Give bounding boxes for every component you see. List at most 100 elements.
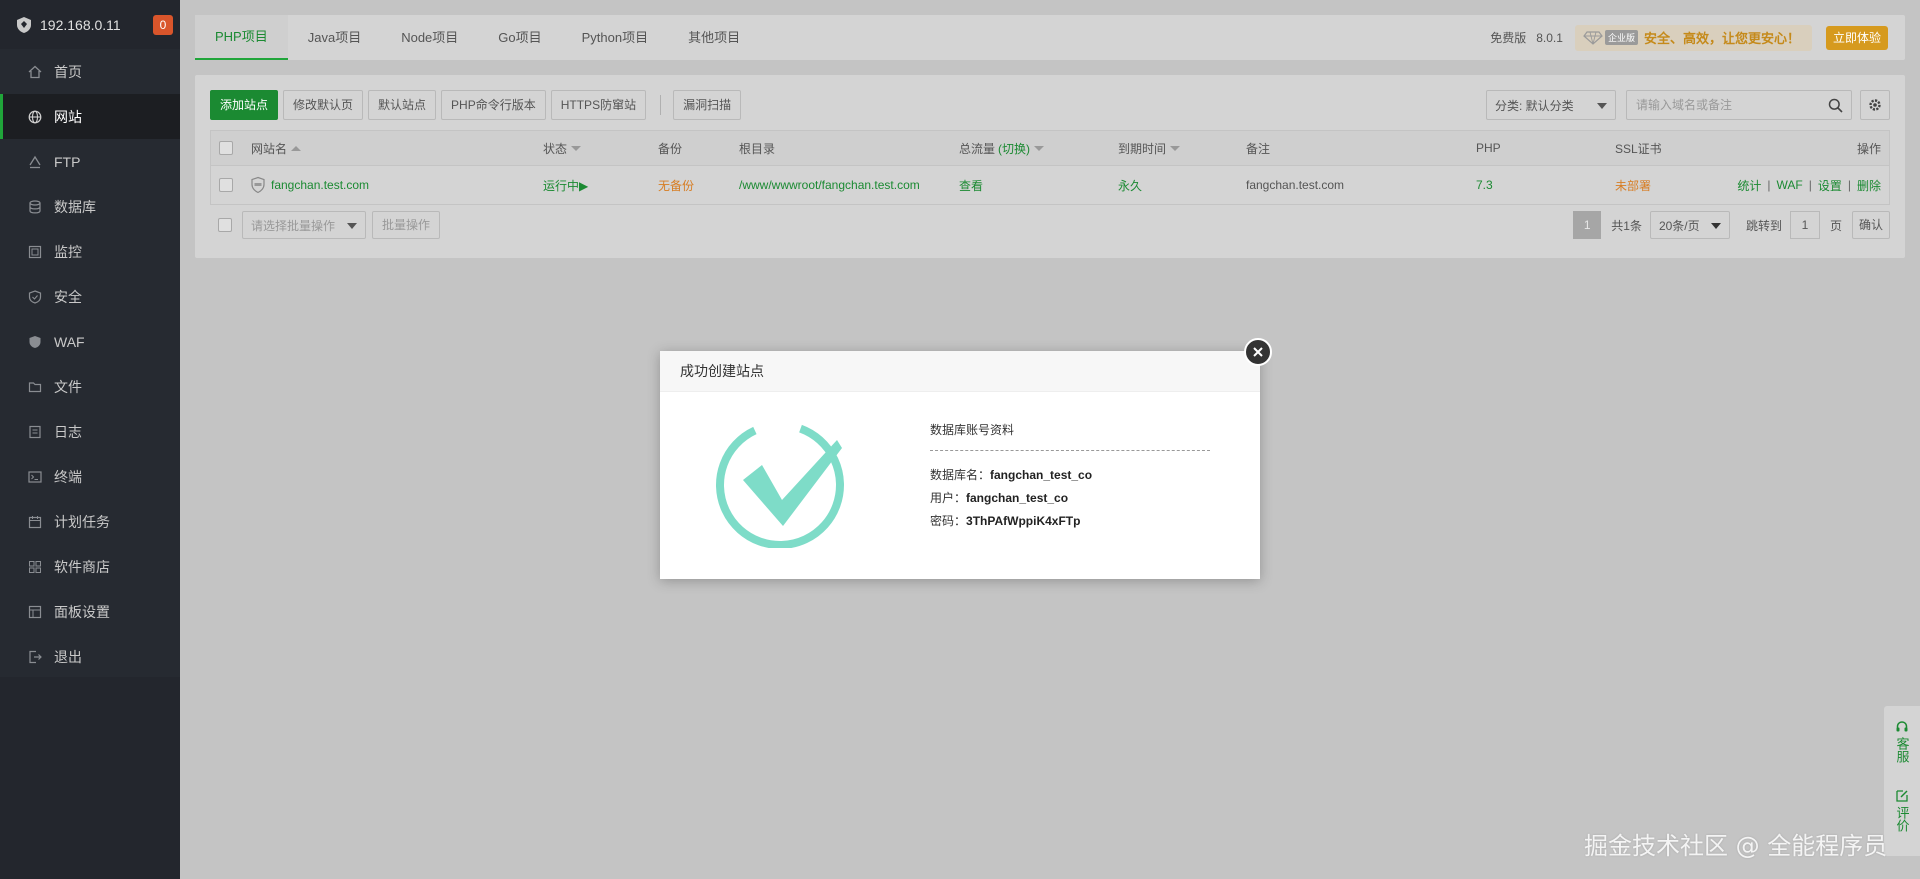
row-checkbox[interactable]	[219, 178, 233, 192]
db-name-row: 数据库名：fangchan_test_co	[930, 468, 1093, 482]
site-name-link[interactable]: fangchan.test.com	[271, 178, 369, 192]
table-settings-button[interactable]	[1860, 90, 1890, 120]
traffic-switch-link[interactable]: (切换)	[998, 140, 1030, 157]
site-remark[interactable]: fangchan.test.com	[1246, 166, 1344, 204]
customer-service-button[interactable]: 客服	[1884, 706, 1920, 763]
col-root: 根目录	[739, 141, 776, 156]
db-password-row: 密码：3ThPAfWppiK4xFTp	[930, 514, 1081, 528]
server-ip: 192.168.0.11	[40, 16, 121, 33]
site-search[interactable]	[1626, 90, 1852, 120]
page-size-select[interactable]: 20条/页	[1649, 211, 1730, 239]
https-anti-hijack-button[interactable]: HTTPS防窜站	[550, 90, 647, 120]
sidebar-header: 192.168.0.11 0	[0, 0, 180, 49]
sort-desc-icon	[571, 145, 582, 151]
sidebar-item-label: 终端	[54, 468, 82, 485]
sidebar-item-database[interactable]: 数据库	[0, 184, 180, 229]
promo-slogan: 安全、高效，让您更安心！	[1643, 31, 1800, 46]
delete-link[interactable]: 删除	[1857, 177, 1881, 194]
vuln-scan-button[interactable]: 漏洞扫描	[673, 90, 742, 120]
db-password-value: 3ThPAfWppiK4xFTp	[966, 514, 1081, 528]
col-status[interactable]: 状态	[543, 131, 582, 165]
calendar-icon	[27, 514, 42, 529]
batch-action-select[interactable]: 请选择批量操作	[242, 211, 366, 239]
page-number[interactable]: 1	[1573, 211, 1602, 239]
site-backup-link[interactable]: 无备份	[658, 166, 694, 204]
col-site-name[interactable]: 网站名	[251, 131, 302, 165]
chevron-down-icon	[347, 223, 357, 229]
site-status-toggle[interactable]: 运行中▶	[543, 166, 588, 204]
site-ssl-status[interactable]: 未部署	[1615, 166, 1651, 204]
sidebar-item-monitor[interactable]: 监控	[0, 229, 180, 274]
jump-confirm-button[interactable]: 确认	[1851, 211, 1890, 239]
jump-page-input[interactable]: 1	[1789, 211, 1820, 239]
sidebar-item-label: 日志	[54, 423, 82, 440]
sidebar-menu: 首页 网站 FTP 数据库 监控 安全 WAF 文件 日志 终端 计划任务 软件…	[0, 49, 180, 679]
chevron-down-icon	[1597, 103, 1607, 109]
review-button[interactable]: 评价	[1884, 775, 1920, 832]
sidebar-item-ftp[interactable]: FTP	[0, 139, 180, 184]
settings-link[interactable]: 设置	[1818, 177, 1842, 194]
grid-icon	[27, 559, 42, 574]
site-php-version[interactable]: 7.3	[1476, 166, 1493, 204]
sidebar-item-terminal[interactable]: 终端	[0, 454, 180, 499]
sidebar-item-files[interactable]: 文件	[0, 364, 180, 409]
tab-go[interactable]: Go项目	[478, 15, 561, 60]
sidebar-item-label: 软件商店	[54, 558, 110, 575]
search-input[interactable]	[1636, 98, 1816, 112]
default-site-button[interactable]: 默认站点	[368, 90, 437, 120]
notification-badge[interactable]: 0	[153, 14, 173, 35]
php-cli-version-button[interactable]: PHP命令行版本	[441, 90, 546, 120]
sort-desc-icon	[1034, 145, 1045, 151]
category-select[interactable]: 分类: 默认分类	[1486, 90, 1616, 120]
sidebar-item-website[interactable]: 网站	[0, 94, 180, 139]
batch-action-button[interactable]: 批量操作	[372, 211, 441, 239]
sidebar-item-logs[interactable]: 日志	[0, 409, 180, 454]
stats-link[interactable]: 统计	[1737, 177, 1761, 194]
page-unit: 页	[1829, 218, 1842, 233]
sidebar-item-label: 安全	[54, 288, 82, 305]
sidebar-item-waf[interactable]: WAF	[0, 319, 180, 364]
sidebar-item-home[interactable]: 首页	[0, 49, 180, 94]
search-icon[interactable]	[1828, 98, 1843, 113]
log-icon	[27, 424, 42, 439]
sidebar-item-settings[interactable]: 面板设置	[0, 589, 180, 634]
db-user-row: 用户：fangchan_test_co	[930, 491, 1069, 505]
sidebar-item-security[interactable]: 安全	[0, 274, 180, 319]
col-traffic[interactable]: 总流量 (切换)	[959, 131, 1045, 165]
edit-default-page-button[interactable]: 修改默认页	[283, 90, 364, 120]
sidebar-item-label: 首页	[54, 63, 82, 80]
col-expire[interactable]: 到期时间	[1118, 131, 1181, 165]
site-root-link[interactable]: /www/wwwroot/fangchan.test.com	[739, 166, 920, 204]
try-now-button[interactable]: 立即体验	[1825, 25, 1888, 50]
tab-other[interactable]: 其他项目	[668, 15, 760, 60]
version-label[interactable]: 8.0.1	[1536, 31, 1563, 45]
tab-node[interactable]: Node项目	[381, 15, 478, 60]
tab-java[interactable]: Java项目	[288, 15, 381, 60]
db-info-title: 数据库账号资料	[930, 421, 1210, 451]
site-created-dialog: 成功创建站点 数据库账号资料 数据库名：fangchan_test_co 用户：…	[660, 351, 1260, 579]
site-traffic-link[interactable]: 查看	[959, 166, 983, 204]
edit-icon	[1896, 790, 1908, 802]
select-all-checkbox[interactable]	[219, 141, 233, 155]
tab-python[interactable]: Python项目	[562, 15, 668, 60]
sidebar-footer	[0, 677, 180, 879]
chevron-down-icon	[1710, 223, 1721, 229]
waf-link[interactable]: WAF	[1777, 178, 1803, 192]
watermark: 掘金技术社区 @ 全能程序员	[1584, 832, 1888, 860]
sidebar-item-cron[interactable]: 计划任务	[0, 499, 180, 544]
sidebar-item-logout[interactable]: 退出	[0, 634, 180, 679]
folder-icon	[27, 379, 42, 394]
table-row: fangchan.test.com 运行中▶ 无备份 /www/wwwroot/…	[210, 166, 1890, 205]
sidebar-item-label: 监控	[54, 243, 82, 260]
table-footer: 请选择批量操作 批量操作 1 共1条 20条/页 跳转到 1 页 确认	[210, 211, 1890, 239]
close-dialog-button[interactable]	[1244, 338, 1272, 366]
footer-select-all-checkbox[interactable]	[218, 218, 232, 232]
add-site-button[interactable]: 添加站点	[210, 90, 279, 120]
tab-php[interactable]: PHP项目	[195, 15, 288, 60]
db-account-info: 数据库账号资料 数据库名：fangchan_test_co 用户：fangcha…	[930, 421, 1210, 533]
sidebar-item-store[interactable]: 软件商店	[0, 544, 180, 589]
sidebar-item-label: 网站	[54, 108, 82, 125]
home-icon	[27, 64, 42, 79]
enterprise-promo[interactable]: 企业版 安全、高效，让您更安心！	[1574, 24, 1812, 51]
site-expire-link[interactable]: 永久	[1118, 166, 1142, 204]
